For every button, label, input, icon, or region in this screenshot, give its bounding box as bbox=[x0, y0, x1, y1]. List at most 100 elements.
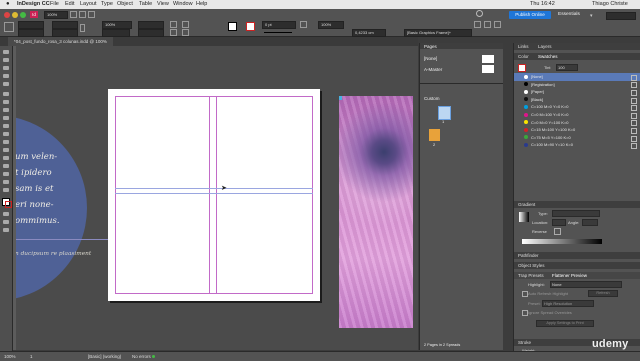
menu-help[interactable]: Help bbox=[196, 0, 207, 9]
type-tool-icon[interactable] bbox=[3, 92, 9, 96]
note-tool-icon[interactable] bbox=[3, 164, 9, 168]
menu-table[interactable]: Table bbox=[139, 0, 152, 9]
page-1-thumb[interactable] bbox=[438, 106, 451, 120]
rotate-field[interactable] bbox=[138, 21, 164, 29]
swatch-row[interactable]: [Paper] bbox=[514, 88, 640, 96]
document-page[interactable]: ➤ bbox=[108, 89, 320, 301]
app-name[interactable]: InDesign CC bbox=[17, 0, 50, 9]
scissors-tool-icon[interactable] bbox=[3, 140, 9, 144]
swatch-row[interactable]: [Black] bbox=[514, 96, 640, 104]
publish-online-button[interactable]: Publish Online bbox=[509, 11, 551, 19]
flip-icon[interactable] bbox=[170, 29, 177, 36]
minimize-window-icon[interactable] bbox=[12, 12, 18, 18]
gradient-angle-field[interactable] bbox=[582, 219, 598, 226]
screen-mode-icon[interactable] bbox=[79, 11, 86, 18]
x-field[interactable] bbox=[18, 21, 44, 29]
tab-flattener-preview[interactable]: Flattener Preview bbox=[552, 272, 587, 279]
arrange-docs-icon[interactable] bbox=[88, 11, 95, 18]
y-field[interactable] bbox=[18, 29, 44, 37]
document-tab[interactable]: *04_post_fundo_rosa_3 colunas.indd @ 100… bbox=[8, 37, 113, 46]
object-style-field[interactable]: [Basic Graphics Frame]+ bbox=[404, 29, 472, 37]
page-tool-icon[interactable] bbox=[3, 66, 9, 70]
gradient-location-field[interactable] bbox=[552, 219, 566, 226]
apple-icon[interactable]: ● bbox=[6, 0, 10, 9]
apply-settings-button[interactable]: Apply Settings to Print bbox=[536, 320, 594, 327]
selection-tool-icon[interactable] bbox=[3, 50, 9, 54]
menu-type[interactable]: Type bbox=[101, 0, 113, 9]
swatch-row[interactable]: C=75 M=5 Y=100 K=0 bbox=[514, 134, 640, 142]
menu-layout[interactable]: Layout bbox=[80, 0, 97, 9]
swatch-row[interactable]: C=0 M=0 Y=100 K=0 bbox=[514, 119, 640, 127]
line-tool-icon[interactable] bbox=[3, 100, 9, 104]
gradient-swatch-icon[interactable] bbox=[519, 212, 529, 222]
fill-swatch-icon[interactable] bbox=[228, 22, 237, 31]
page-2-thumb[interactable] bbox=[429, 129, 440, 141]
refresh-button[interactable]: Refresh bbox=[588, 290, 618, 297]
pasteboard[interactable]: um velen- t ipidero sam is et eri none- … bbox=[13, 46, 418, 350]
select-container-icon[interactable] bbox=[182, 21, 189, 28]
fit-content-icon[interactable] bbox=[484, 21, 491, 28]
rectangle-frame-tool-icon[interactable] bbox=[3, 124, 9, 128]
a-master-thumb[interactable] bbox=[482, 65, 494, 73]
apply-color-icon[interactable] bbox=[3, 220, 9, 224]
pen-tool-icon[interactable] bbox=[3, 108, 9, 112]
scale-x-field[interactable]: 100% bbox=[102, 21, 132, 29]
object-styles-title[interactable]: Object Styles bbox=[518, 262, 545, 269]
tab-layers[interactable]: Layers bbox=[538, 43, 552, 50]
select-content-icon[interactable] bbox=[182, 29, 189, 36]
zoom-field[interactable]: 100% bbox=[44, 11, 68, 19]
gradient-tool-icon[interactable] bbox=[3, 156, 9, 160]
menu-window[interactable]: Window bbox=[173, 0, 193, 9]
shear-field[interactable] bbox=[138, 29, 164, 37]
tab-color[interactable]: Color bbox=[518, 53, 529, 60]
swatch-row[interactable]: C=100 M=90 Y=10 K=0 bbox=[514, 141, 640, 150]
search-field[interactable] bbox=[606, 12, 636, 20]
zoom-window-icon[interactable] bbox=[20, 12, 26, 18]
content-collector-icon[interactable] bbox=[3, 82, 9, 86]
user-name[interactable]: Thiago Christe bbox=[592, 0, 628, 9]
tab-swatches[interactable]: Swatches bbox=[538, 53, 558, 60]
stroke-color-icon[interactable] bbox=[5, 201, 12, 208]
view-options-icon[interactable] bbox=[70, 11, 77, 18]
gradient-reverse-icon[interactable] bbox=[554, 228, 561, 235]
frame-handle-icon[interactable] bbox=[339, 96, 342, 100]
workspace-switcher[interactable]: Essentials bbox=[558, 11, 580, 19]
gap-tool-icon[interactable] bbox=[3, 74, 9, 78]
fit-frame-icon[interactable] bbox=[494, 21, 501, 28]
stroke-type-line[interactable] bbox=[264, 32, 292, 33]
formatting-container-icon[interactable] bbox=[3, 212, 9, 216]
reference-point-icon[interactable] bbox=[4, 22, 14, 32]
pages-panel-title[interactable]: Pages bbox=[424, 44, 437, 49]
pathfinder-title[interactable]: Pathfinder bbox=[518, 252, 539, 259]
stroke-swatch-icon[interactable] bbox=[246, 22, 255, 31]
pages-none-item[interactable]: [None] bbox=[424, 56, 437, 61]
h-field[interactable] bbox=[52, 29, 78, 37]
scale-y-field[interactable] bbox=[102, 29, 130, 37]
menu-object[interactable]: Object bbox=[117, 0, 133, 9]
menu-edit[interactable]: Edit bbox=[65, 0, 74, 9]
gradient-ramp[interactable] bbox=[522, 239, 602, 244]
stroke-weight-field[interactable]: 0 pt bbox=[262, 21, 296, 29]
tab-links[interactable]: Links bbox=[518, 43, 529, 50]
hand-tool-icon[interactable] bbox=[3, 180, 9, 184]
width-field[interactable]: 0,4233 cm bbox=[352, 29, 386, 37]
tab-trap-presets[interactable]: Trap Presets bbox=[518, 272, 544, 279]
gradient-title[interactable]: Gradient bbox=[518, 201, 535, 208]
close-window-icon[interactable] bbox=[4, 12, 10, 18]
swatch-fill-stroke-icon[interactable] bbox=[518, 64, 526, 72]
swatch-row[interactable]: C=0 M=100 Y=0 K=0 bbox=[514, 111, 640, 119]
pages-master-item[interactable]: A-Master bbox=[424, 67, 442, 72]
direct-selection-tool-icon[interactable] bbox=[3, 58, 9, 62]
screen-mode-tool-icon[interactable] bbox=[3, 228, 9, 232]
auto-fit-icon[interactable] bbox=[474, 21, 481, 28]
swatch-row[interactable]: [None] bbox=[514, 73, 640, 81]
swatch-row[interactable]: C=15 M=100 Y=100 K=0 bbox=[514, 126, 640, 134]
menu-file[interactable]: File bbox=[50, 0, 59, 9]
workspace-chevron-icon[interactable]: ▾ bbox=[590, 13, 593, 19]
flower-photo[interactable] bbox=[339, 96, 413, 328]
menu-view[interactable]: View bbox=[157, 0, 169, 9]
rotate-cw-icon[interactable] bbox=[170, 21, 177, 28]
swatch-row[interactable]: C=100 M=0 Y=0 K=0 bbox=[514, 103, 640, 112]
fx-icon[interactable] bbox=[300, 21, 307, 28]
eyedropper-tool-icon[interactable] bbox=[3, 172, 9, 176]
